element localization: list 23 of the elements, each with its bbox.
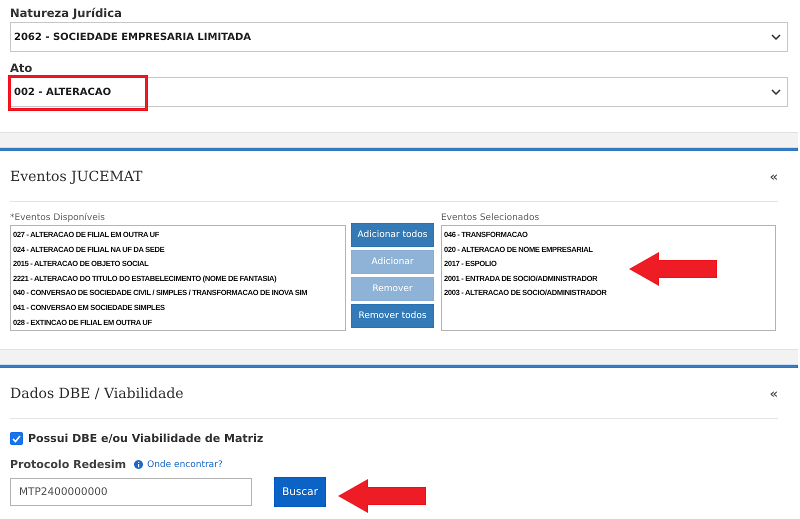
field-label: Natureza Jurídica xyxy=(10,5,123,22)
collapse-toggle[interactable]: « xyxy=(770,170,778,184)
protocol-input[interactable]: MTP2400000000 xyxy=(10,478,252,506)
help-link[interactable]: Onde encontrar? xyxy=(147,460,223,470)
field-label: Ato xyxy=(10,60,34,77)
checkbox-label: Possui DBE e/ou Viabilidade de Matriz xyxy=(28,432,264,445)
collapse-toggle[interactable]: « xyxy=(770,386,778,402)
select-field[interactable]: 2062 - SOCIEDADE EMPRESARIA LIMITADA xyxy=(10,22,788,52)
chevron-down-icon xyxy=(771,89,781,95)
checkbox[interactable] xyxy=(10,432,23,445)
list-button[interactable]: Remover todos xyxy=(351,304,434,328)
arrow-icon xyxy=(629,252,719,286)
list-label: Eventos Selecionados xyxy=(441,212,540,224)
list-box[interactable] xyxy=(10,225,346,331)
list-button[interactable]: Adicionar todos xyxy=(351,223,434,247)
info-icon xyxy=(134,460,144,469)
section-title: Eventos JUCEMAT xyxy=(10,169,142,185)
section-title: Dados DBE / Viabilidade xyxy=(10,386,184,402)
arrow-icon xyxy=(338,479,428,513)
search-button[interactable]: Buscar xyxy=(274,477,326,507)
list-label: *Eventos Disponíveis xyxy=(10,212,106,224)
field-label: Protocolo Redesim xyxy=(10,458,126,471)
chevron-down-icon xyxy=(771,34,781,40)
